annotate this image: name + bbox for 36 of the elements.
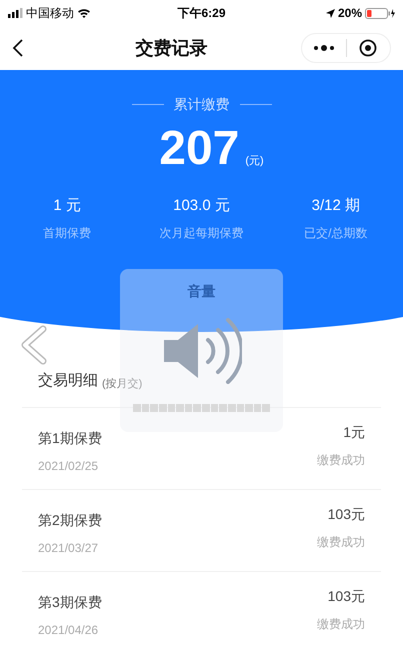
payment-date: 2021/03/27 [38, 540, 100, 556]
page-title: 交费记录 [136, 36, 208, 60]
payment-status: 缴费成功 [317, 616, 365, 632]
section-title: 交易明细 [38, 371, 98, 391]
stat-value: 3/12 期 [312, 196, 360, 216]
payment-status: 缴费成功 [317, 534, 365, 550]
carrier-name: 中国移动 [26, 5, 74, 22]
payment-status: 缴费成功 [317, 452, 365, 468]
status-time: 下午6:29 [177, 5, 226, 22]
period-name: 第3期保费 [38, 592, 102, 612]
signal-icon [8, 8, 23, 18]
volume-title: 音量 [188, 282, 216, 301]
wifi-icon [77, 8, 91, 18]
stat-value: 1 元 [53, 196, 81, 216]
target-icon [359, 39, 378, 57]
period-name: 第1期保费 [38, 428, 102, 448]
period-name: 第2期保费 [38, 510, 102, 530]
payment-date: 2021/04/26 [38, 622, 100, 638]
stat-label: 首期保费 [43, 224, 92, 242]
section-note: (按月交) [102, 376, 142, 392]
stat-label: 次月起每期保费 [159, 224, 244, 242]
speaker-icon [162, 318, 242, 384]
location-icon [326, 8, 335, 18]
battery-icon [365, 8, 395, 18]
payment-amount: 103元 [328, 586, 365, 606]
payment-amount: 1元 [343, 422, 365, 442]
back-icon [12, 38, 24, 58]
total-amount: 207 [159, 121, 240, 177]
stat-label: 已交/总期数 [304, 224, 368, 242]
summary-label: 累计缴费 [174, 95, 230, 114]
more-icon [312, 45, 335, 51]
payment-date: 2021/02/25 [38, 458, 100, 474]
amount-unit: (元) [245, 154, 264, 168]
stat-value: 103.0 元 [173, 196, 230, 216]
battery-percent: 20% [338, 5, 362, 22]
payment-amount: 103元 [328, 504, 365, 524]
